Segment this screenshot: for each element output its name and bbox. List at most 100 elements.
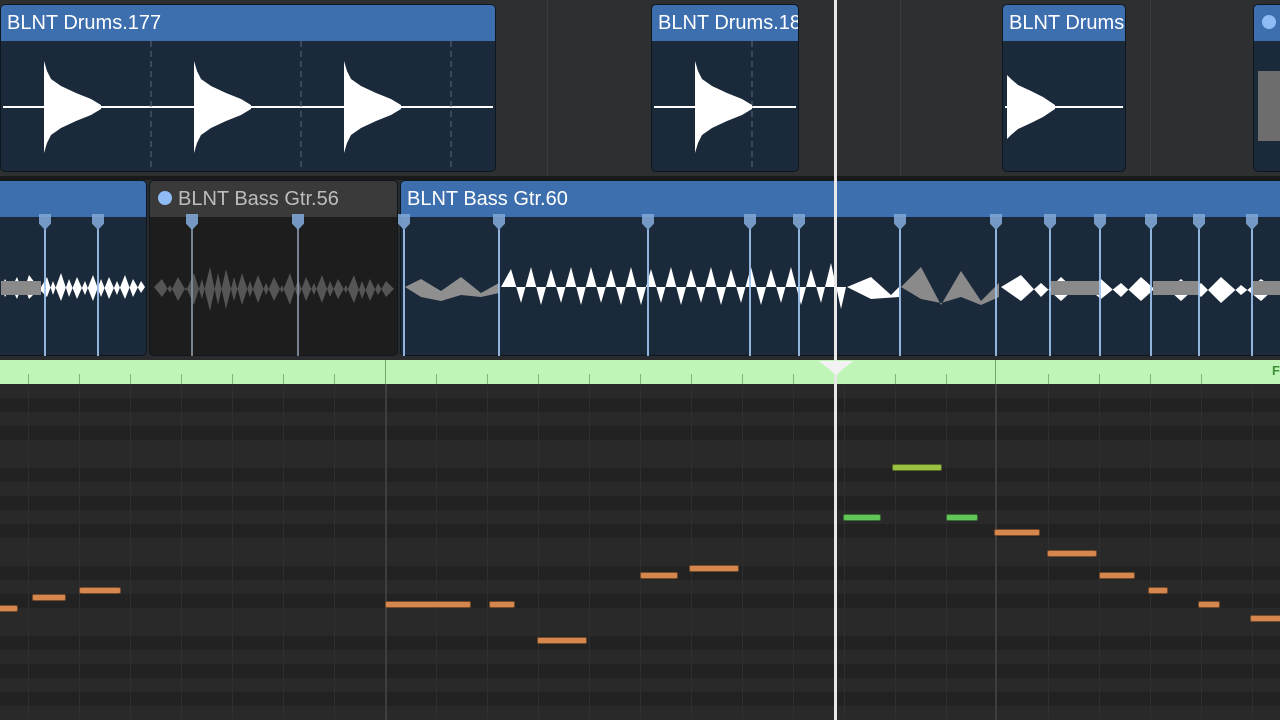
midi-note[interactable] [1198, 601, 1220, 608]
ruler-bar-tick [385, 360, 386, 384]
grid-line [232, 384, 233, 720]
bass-region-56[interactable]: BLNT Bass Gtr.56 [149, 180, 398, 356]
grid-line [538, 384, 539, 720]
ruler-tick [589, 374, 590, 384]
midi-note[interactable] [385, 601, 471, 608]
piano-roll-ruler[interactable]: F [0, 360, 1280, 384]
bass-region-60[interactable]: BLNT Bass Gtr.60 [400, 180, 1280, 356]
ruler-tick [640, 374, 641, 384]
midi-note[interactable] [689, 565, 739, 572]
ruler-tick [181, 374, 182, 384]
grid-line [895, 384, 896, 720]
transient-marker[interactable] [1251, 214, 1253, 356]
transient-marker[interactable] [899, 214, 901, 356]
piano-roll-grid[interactable] [0, 384, 1280, 720]
midi-note[interactable] [32, 594, 66, 601]
ruler-tick [28, 374, 29, 384]
transient-marker[interactable] [647, 214, 649, 356]
grid-line [640, 384, 641, 720]
midi-note[interactable] [1148, 587, 1168, 594]
midi-note[interactable] [1099, 572, 1135, 579]
region-dot-icon [1262, 15, 1276, 30]
grid-line [742, 384, 743, 720]
region-title: BLNT Drums.18 [652, 5, 798, 41]
midi-note[interactable] [0, 605, 18, 612]
ruler-bar-tick [995, 360, 996, 384]
midi-note[interactable] [537, 637, 587, 644]
grid-line [547, 0, 548, 176]
grid-line [1201, 384, 1202, 720]
midi-note[interactable] [640, 572, 678, 579]
midi-note[interactable] [1047, 550, 1097, 557]
midi-note[interactable] [946, 514, 978, 521]
transient-marker[interactable] [995, 214, 997, 356]
region-title [1254, 5, 1280, 41]
ruler-tick [1150, 374, 1151, 384]
drum-waveform [3, 41, 493, 171]
ruler-tick [79, 374, 80, 384]
transient-marker[interactable] [297, 214, 299, 356]
drum-waveform [654, 41, 796, 171]
drum-waveform [1005, 75, 1123, 139]
transient-marker[interactable] [498, 214, 500, 356]
transient-marker[interactable] [1198, 214, 1200, 356]
ruler-tick [1048, 374, 1049, 384]
drum-region-177[interactable]: BLNT Drums.177 [0, 4, 496, 172]
grid-line [900, 0, 901, 176]
transient-marker[interactable] [749, 214, 751, 356]
grid-line [793, 384, 794, 720]
region-title: BLNT Bass Gtr.56 [150, 181, 397, 217]
ruler-tick [691, 374, 692, 384]
midi-note[interactable] [892, 464, 942, 471]
grid-line [691, 384, 692, 720]
grid-line [28, 384, 29, 720]
grid-line [1252, 384, 1253, 720]
bass-waveform [1, 273, 145, 301]
grid-line [130, 384, 131, 720]
grid-line [1150, 0, 1151, 176]
bass-region-left[interactable] [0, 180, 147, 356]
ruler-tick [283, 374, 284, 384]
playhead[interactable] [834, 0, 837, 720]
transient-marker[interactable] [1099, 214, 1101, 356]
midi-note[interactable] [994, 529, 1040, 536]
transient-marker[interactable] [44, 214, 46, 356]
midi-note[interactable] [79, 587, 121, 594]
drum-region-3[interactable]: BLNT Drums [1002, 4, 1126, 172]
transient-marker[interactable] [403, 214, 405, 356]
midi-note[interactable] [843, 514, 881, 521]
grid-line [436, 384, 437, 720]
grid-line [946, 384, 947, 720]
grid-line [385, 384, 387, 720]
drum-region-18[interactable]: BLNT Drums.18 [651, 4, 799, 172]
ruler-tick [487, 374, 488, 384]
ruler-tick [232, 374, 233, 384]
region-title: BLNT Drums [1003, 5, 1125, 41]
bass-waveform [154, 267, 394, 311]
region-title [0, 181, 146, 217]
region-title: BLNT Bass Gtr.60 [401, 181, 1280, 217]
playhead-handle[interactable] [819, 361, 853, 375]
midi-note[interactable] [489, 601, 515, 608]
ruler-tick [538, 374, 539, 384]
ruler-tick [793, 374, 794, 384]
transient-marker[interactable] [191, 214, 193, 356]
grid-line [1150, 384, 1151, 720]
grid-line [487, 384, 488, 720]
drum-region-4[interactable] [1253, 4, 1280, 172]
transient-marker[interactable] [97, 214, 99, 356]
ruler-tick [1099, 374, 1100, 384]
transient-marker[interactable] [798, 214, 800, 356]
transient-marker[interactable] [1150, 214, 1152, 356]
ruler-tick [946, 374, 947, 384]
midi-note[interactable] [1250, 615, 1280, 622]
ruler-tick [895, 374, 896, 384]
ruler-tick [130, 374, 131, 384]
grid-line [334, 384, 335, 720]
ruler-tick [436, 374, 437, 384]
transient-marker[interactable] [1049, 214, 1051, 356]
bass-waveform [405, 263, 1280, 309]
grid-line [589, 384, 590, 720]
region-dot-icon [158, 191, 172, 206]
ruler-tick [334, 374, 335, 384]
